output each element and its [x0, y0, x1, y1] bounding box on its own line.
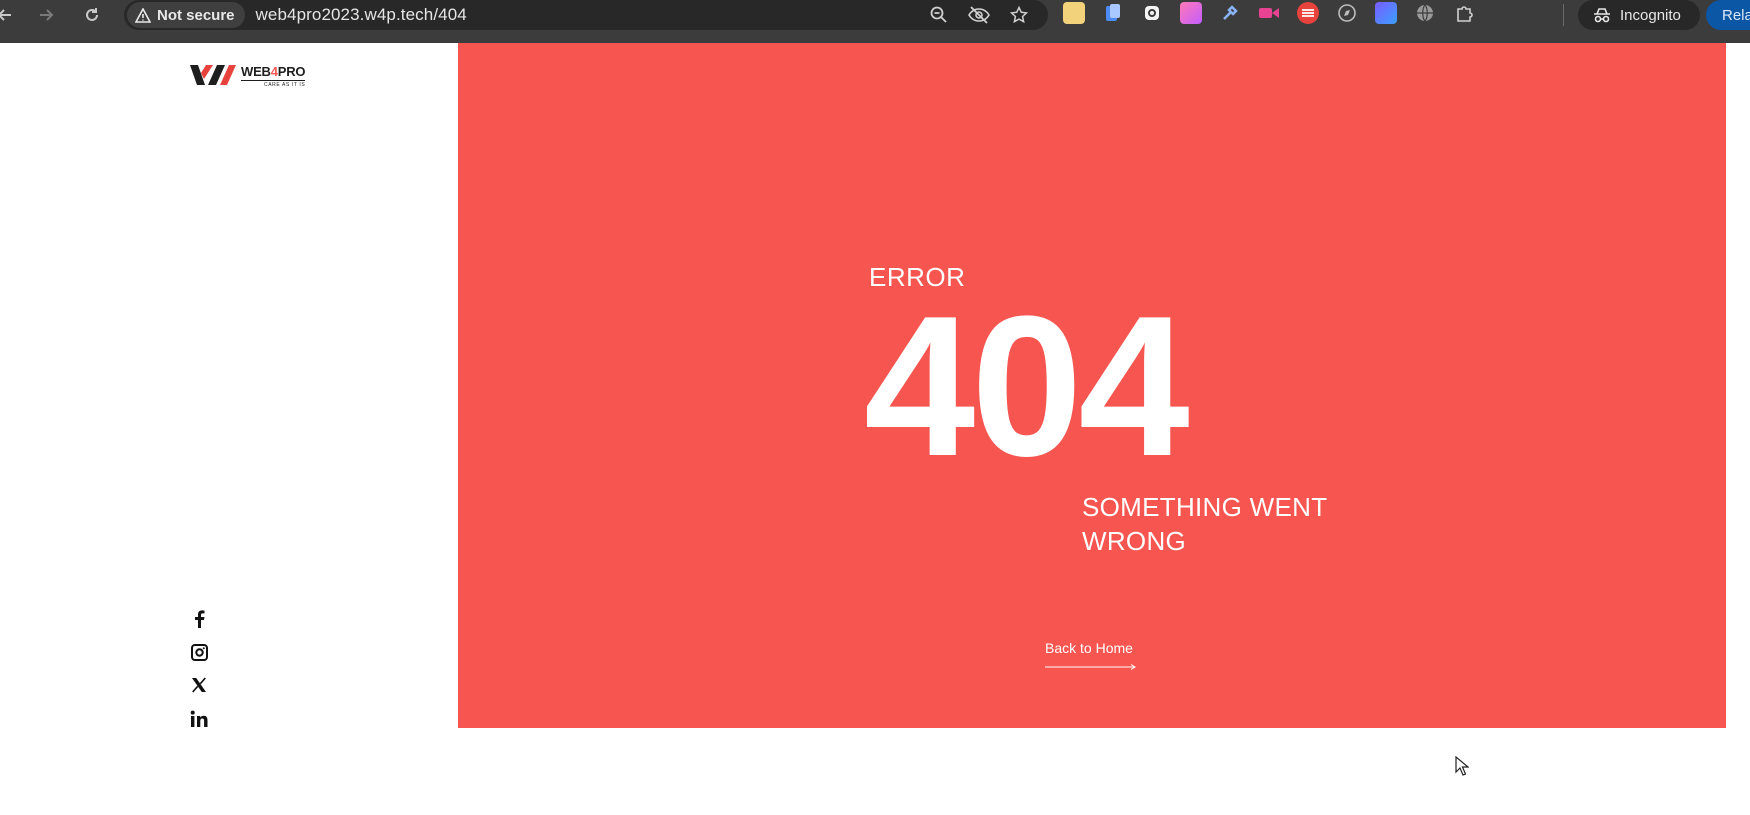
extension-search-icon[interactable]: [1375, 2, 1397, 24]
back-to-home-link[interactable]: Back to Home: [1045, 640, 1133, 656]
extensions-bar: [1063, 2, 1475, 24]
site-sidebar: WEB4PRO CARE AS IT IS: [0, 43, 458, 728]
security-indicator[interactable]: Not secure: [127, 2, 245, 28]
back-arrow-icon: [0, 9, 11, 21]
extension-todoist-icon[interactable]: [1297, 2, 1319, 24]
facebook-link[interactable]: [190, 609, 208, 629]
site-logo[interactable]: WEB4PRO CARE AS IT IS: [190, 63, 306, 89]
toolbar-separator: [1563, 4, 1564, 26]
page-bottom-area: [0, 728, 1750, 815]
reload-button[interactable]: [79, 2, 105, 28]
logo-name-digit: 4: [270, 64, 278, 79]
extension-video-icon[interactable]: [1258, 2, 1280, 24]
security-label: Not secure: [157, 6, 235, 24]
address-bar[interactable]: Not secure web4pro2023.w4p.tech/404: [124, 0, 1048, 30]
forward-button[interactable]: [33, 2, 59, 28]
instagram-icon: [190, 643, 208, 661]
extension-eyedropper-icon[interactable]: [1219, 2, 1241, 24]
puzzle-icon: [1457, 6, 1473, 22]
error-code: 404: [864, 275, 1190, 498]
linkedin-icon: [190, 710, 208, 727]
arrow-right-icon: [1045, 664, 1136, 670]
relaunch-button[interactable]: Rela: [1706, 0, 1750, 30]
error-panel: ERROR 404 SOMETHING WENT WRONG Back to H…: [458, 43, 1726, 728]
extensions-menu-button[interactable]: [1453, 2, 1475, 24]
tracking-blocked-icon: [968, 6, 990, 24]
browser-toolbar: Not secure web4pro2023.w4p.tech/404 Inco…: [0, 0, 1750, 43]
extension-compass-icon[interactable]: [1336, 2, 1358, 24]
instagram-link[interactable]: [190, 642, 208, 662]
extension-notes-icon[interactable]: [1063, 2, 1085, 24]
url-text[interactable]: web4pro2023.w4p.tech/404: [256, 5, 467, 25]
mouse-cursor-icon: [1455, 756, 1469, 776]
logo-name-suffix: PRO: [277, 64, 306, 79]
zoom-out-icon: [930, 6, 947, 23]
extension-docs-icon[interactable]: [1102, 2, 1124, 24]
forward-arrow-icon: [40, 9, 54, 21]
logo-name-prefix: WEB: [241, 64, 271, 79]
bookmark-button[interactable]: [1006, 4, 1032, 26]
extension-camera-icon[interactable]: [1141, 2, 1163, 24]
logo-tagline: CARE AS IT IS: [241, 80, 306, 88]
back-button[interactable]: [0, 2, 18, 28]
x-link[interactable]: [190, 675, 208, 695]
incognito-icon: [1594, 8, 1610, 23]
tracking-protection-button[interactable]: [966, 4, 992, 26]
warning-triangle-icon: [135, 7, 151, 23]
star-icon: [1010, 6, 1028, 24]
incognito-label: Incognito: [1620, 6, 1681, 24]
relaunch-label: Rela: [1722, 6, 1750, 24]
social-links: [190, 609, 208, 728]
x-twitter-icon: [192, 677, 206, 693]
extension-globe-icon[interactable]: [1414, 2, 1436, 24]
reload-icon: [86, 8, 98, 21]
logo-wordmark: WEB4PRO CARE AS IT IS: [241, 64, 306, 88]
web4pro-logo-mark: [190, 65, 236, 85]
error-message: SOMETHING WENT WRONG: [1082, 492, 1327, 556]
facebook-icon: [195, 610, 205, 628]
linkedin-link[interactable]: [190, 708, 208, 728]
incognito-badge[interactable]: Incognito: [1578, 0, 1700, 30]
zoom-button[interactable]: [926, 4, 952, 26]
extension-gradient-icon[interactable]: [1180, 2, 1202, 24]
